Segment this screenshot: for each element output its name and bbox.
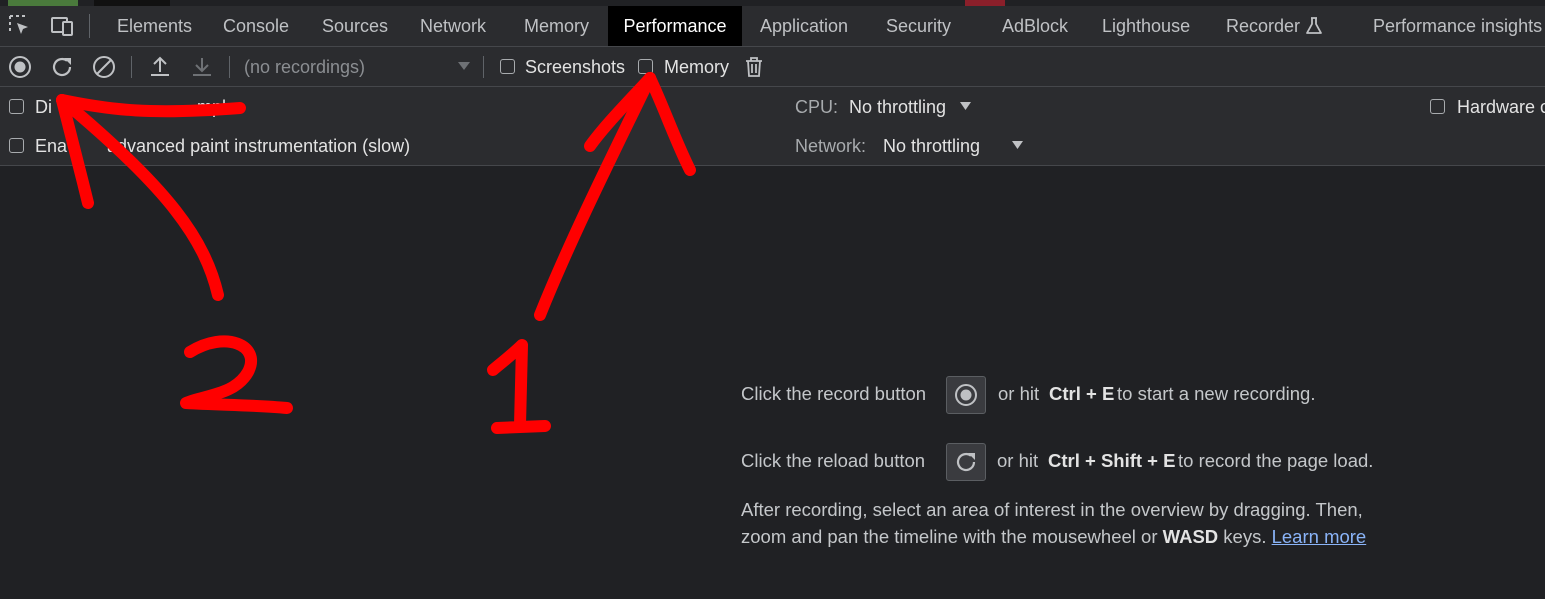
number-1-shape xyxy=(487,339,551,434)
arrow-2-head-upper xyxy=(56,94,246,118)
arrow-1-shaft xyxy=(534,72,656,321)
number-2-shape xyxy=(180,335,293,414)
red-annotation-overlay xyxy=(56,72,696,434)
arrow-1-head-right xyxy=(644,72,696,176)
